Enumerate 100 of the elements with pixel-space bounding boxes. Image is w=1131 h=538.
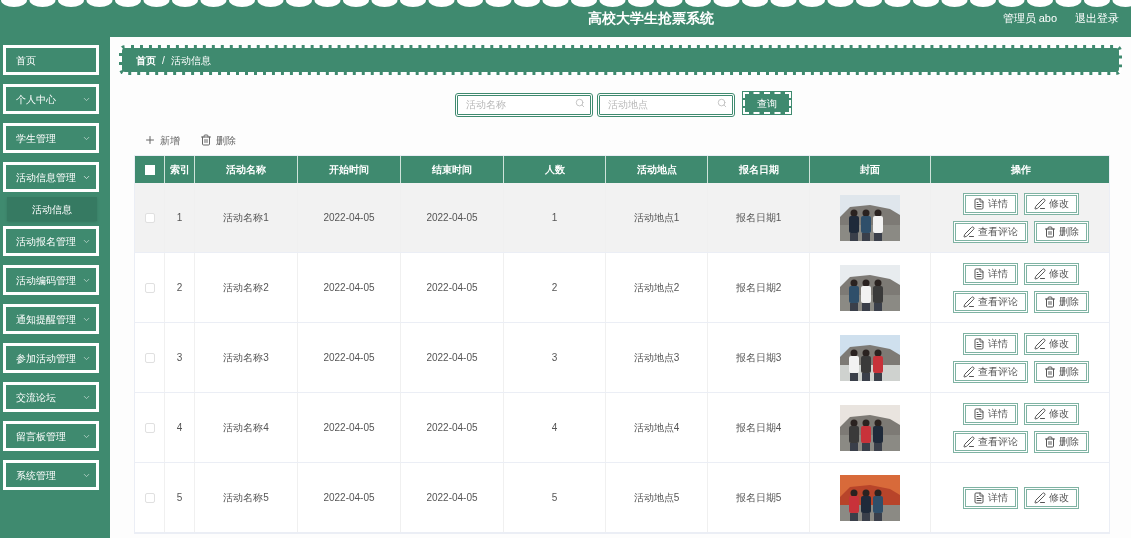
logout-link[interactable]: 退出登录 [1075, 10, 1119, 27]
search-field[interactable]: 活动地点 [597, 92, 735, 117]
row-checkbox[interactable] [144, 352, 155, 363]
pen-icon [1034, 491, 1046, 504]
sidebar-menu-item[interactable]: 学生管理 [3, 123, 99, 153]
comment-button[interactable]: 查看评论 [953, 290, 1028, 313]
pen-icon [963, 435, 975, 448]
detail-button[interactable]: 详情 [963, 192, 1018, 215]
trash-icon [1044, 295, 1056, 308]
table-cell: 活动名称5 [195, 463, 298, 532]
sidebar-menu-item[interactable]: 留言板管理 [3, 421, 99, 451]
document-icon [973, 197, 985, 210]
table-cell: 1 [165, 183, 195, 252]
delete-button[interactable]: 删除 [1034, 430, 1089, 453]
row-checkbox[interactable] [144, 422, 155, 433]
table-cell: 活动地点5 [606, 463, 708, 532]
detail-button[interactable]: 详情 [963, 332, 1018, 355]
table-cell: 活动地点4 [606, 393, 708, 462]
table-cell: 2022-04-05 [298, 463, 401, 532]
edit-button[interactable]: 修改 [1024, 486, 1079, 509]
sidebar-menu-item[interactable]: 首页 [3, 45, 99, 75]
table-cell: 活动名称3 [195, 323, 298, 392]
table-cell: 报名日期1 [708, 183, 810, 252]
pen-icon [1034, 407, 1046, 420]
table-cell: 2022-04-05 [298, 253, 401, 322]
search-icon [575, 98, 585, 108]
edit-button[interactable]: 修改 [1024, 402, 1079, 425]
row-checkbox[interactable] [144, 212, 155, 223]
admin-username: 管理员 abo [1002, 11, 1057, 27]
trash-icon [1044, 225, 1056, 238]
breadcrumb-item: 活动信息 [170, 53, 211, 68]
sidebar-menu-item[interactable]: 活动信息管理 [3, 162, 99, 192]
add-button[interactable]: 新增 [144, 132, 180, 148]
sidebar-menu-item[interactable]: 参加活动管理 [3, 343, 99, 373]
comment-button[interactable]: 查看评论 [953, 430, 1028, 453]
sidebar-menu-item[interactable]: 个人中心 [3, 84, 99, 114]
edit-button[interactable]: 修改 [1024, 192, 1079, 215]
table-cell: 2022-04-05 [401, 253, 504, 322]
table-cell: 活动名称2 [195, 253, 298, 322]
table-cell: 4 [504, 393, 606, 462]
table-cell: 2 [165, 253, 195, 322]
comment-button[interactable]: 查看评论 [953, 220, 1028, 243]
table-cell: 2022-04-05 [298, 323, 401, 392]
pen-icon [963, 295, 975, 308]
search-field[interactable]: 活动名称 [455, 92, 593, 117]
table-cell: 活动地点2 [606, 253, 708, 322]
breadcrumb-item[interactable]: 首页 [136, 52, 156, 68]
table-cell: 2022-04-05 [401, 463, 504, 532]
sidebar-menu-item[interactable]: 交流论坛 [3, 382, 99, 412]
row-checkbox[interactable] [144, 282, 155, 293]
delete-button[interactable]: 删除 [1034, 360, 1089, 383]
query-button[interactable]: 查询 [743, 92, 791, 114]
select-all-checkbox[interactable] [144, 164, 155, 175]
detail-button[interactable]: 详情 [963, 402, 1018, 425]
pen-icon [1034, 267, 1046, 280]
table-cell: 2022-04-05 [298, 393, 401, 462]
breadcrumb-separator: / [162, 53, 165, 68]
table-cell: 3 [504, 323, 606, 392]
table-cell: 1 [504, 183, 606, 252]
pen-icon [963, 365, 975, 378]
sidebar-menu-item[interactable]: 活动编码管理 [3, 265, 99, 295]
document-icon [973, 407, 985, 420]
table-cell: 报名日期5 [708, 463, 810, 532]
delete-button[interactable]: 删除 [1034, 290, 1089, 313]
edit-button[interactable]: 修改 [1024, 262, 1079, 285]
app-title: 高校大学生抢票系统 [588, 9, 715, 28]
table-cell: 2022-04-05 [401, 183, 504, 252]
document-icon [973, 267, 985, 280]
pen-icon [1034, 197, 1046, 210]
table-cell: 2022-04-05 [401, 323, 504, 392]
detail-button[interactable]: 详情 [963, 262, 1018, 285]
table-cell: 报名日期4 [708, 393, 810, 462]
column-header: 操作 [1010, 163, 1032, 177]
table-cell: 2022-04-05 [298, 183, 401, 252]
edit-button[interactable]: 修改 [1024, 332, 1079, 355]
table-cell: 活动地点1 [606, 183, 708, 252]
table-cell: 活动地点3 [606, 323, 708, 392]
sidebar-menu-item[interactable]: 系统管理 [3, 460, 99, 490]
table-cell: 活动名称1 [195, 183, 298, 252]
table-cell: 报名日期2 [708, 253, 810, 322]
sidebar-menu-item[interactable]: 活动报名管理 [3, 226, 99, 256]
sidebar-submenu-item[interactable]: 活动信息 [7, 197, 97, 221]
pen-icon [1034, 337, 1046, 350]
table-cell: 2022-04-05 [401, 393, 504, 462]
row-checkbox[interactable] [144, 492, 155, 503]
sidebar-menu-item[interactable]: 通知提醒管理 [3, 304, 99, 334]
delete-button[interactable]: 删除 [1034, 220, 1089, 243]
table-cell: 4 [165, 393, 195, 462]
search-icon [717, 98, 727, 108]
pen-icon [963, 225, 975, 238]
table-cell: 报名日期3 [708, 323, 810, 392]
detail-button[interactable]: 详情 [963, 486, 1018, 509]
table-cell: 5 [165, 463, 195, 532]
comment-button[interactable]: 查看评论 [953, 360, 1028, 383]
document-icon [973, 337, 985, 350]
plus-icon [144, 134, 156, 146]
table-cell: 2 [504, 253, 606, 322]
trash-icon [200, 134, 212, 146]
delete-button[interactable]: 删除 [200, 132, 236, 148]
table-cell: 5 [504, 463, 606, 532]
